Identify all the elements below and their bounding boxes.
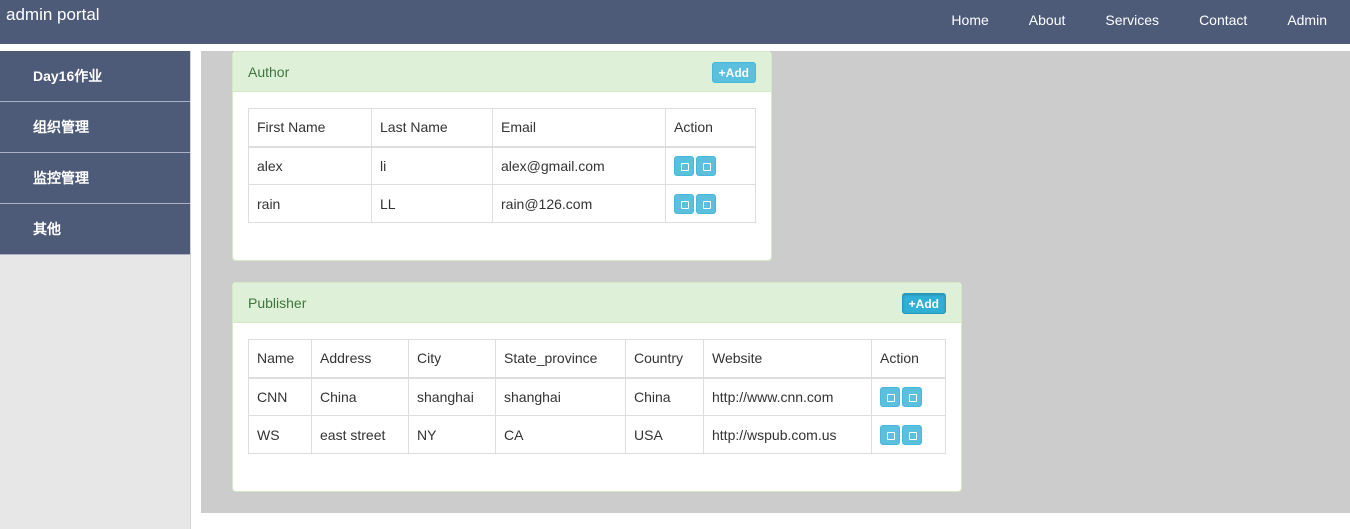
column-header-email: Email <box>492 108 666 148</box>
nav-services[interactable]: Services <box>1085 0 1179 40</box>
cell-last-name: LL <box>371 184 493 223</box>
cell-action <box>871 415 946 454</box>
column-header-last-name: Last Name <box>371 108 493 148</box>
cell-website: http://wspub.com.us <box>703 415 872 454</box>
nav-about[interactable]: About <box>1009 0 1086 40</box>
cell-last-name: li <box>371 146 493 185</box>
table-header-row: First Name Last Name Email Action <box>248 108 756 148</box>
cell-name: CNN <box>248 377 312 416</box>
cell-state-province: CA <box>495 415 626 454</box>
top-navbar: admin portal Home About Services Contact… <box>0 0 1350 44</box>
sidebar-item-day16[interactable]: Day16作业 <box>0 51 190 102</box>
edit-icon[interactable] <box>674 193 694 214</box>
author-table: First Name Last Name Email Action alex l… <box>248 108 756 223</box>
cell-country: China <box>625 377 704 416</box>
column-header-website: Website <box>703 339 872 379</box>
cell-name: WS <box>248 415 312 454</box>
column-header-country: Country <box>625 339 704 379</box>
publisher-panel: Publisher +Add Name Address City State_p… <box>232 282 962 492</box>
author-panel: Author +Add First Name Last Name Email A… <box>232 51 772 261</box>
cell-first-name: alex <box>248 146 372 185</box>
cell-action <box>665 146 756 185</box>
table-row: CNN China shanghai shanghai China http:/… <box>248 377 946 416</box>
cell-first-name: rain <box>248 184 372 223</box>
edit-icon[interactable] <box>674 155 694 176</box>
cell-action <box>871 377 946 416</box>
column-header-first-name: First Name <box>248 108 372 148</box>
nav-contact[interactable]: Contact <box>1179 0 1267 40</box>
top-nav: Home About Services Contact Admin <box>931 0 1350 44</box>
delete-icon[interactable] <box>902 386 922 407</box>
delete-icon[interactable] <box>696 193 716 214</box>
nav-admin[interactable]: Admin <box>1267 0 1350 40</box>
table-header-row: Name Address City State_province Country… <box>248 339 946 379</box>
cell-action <box>665 184 756 223</box>
cell-city: NY <box>408 415 496 454</box>
add-author-button[interactable]: +Add <box>711 62 756 83</box>
column-header-name: Name <box>248 339 312 379</box>
author-panel-heading: Author +Add <box>233 52 771 92</box>
publisher-panel-title: Publisher <box>248 295 307 311</box>
sidebar-item-other[interactable]: 其他 <box>0 204 190 255</box>
cell-email: alex@gmail.com <box>492 146 666 185</box>
cell-city: shanghai <box>408 377 496 416</box>
column-header-action: Action <box>871 339 946 379</box>
column-header-action: Action <box>665 108 756 148</box>
publisher-table: Name Address City State_province Country… <box>248 339 946 454</box>
edit-icon[interactable] <box>880 424 900 445</box>
cell-state-province: shanghai <box>495 377 626 416</box>
column-header-state-province: State_province <box>495 339 626 379</box>
table-row: rain LL rain@126.com <box>248 184 756 223</box>
delete-icon[interactable] <box>696 155 716 176</box>
cell-email: rain@126.com <box>492 184 666 223</box>
author-panel-title: Author <box>248 64 290 80</box>
nav-home[interactable]: Home <box>931 0 1008 40</box>
publisher-panel-heading: Publisher +Add <box>233 283 961 323</box>
delete-icon[interactable] <box>902 424 922 445</box>
cell-website: http://www.cnn.com <box>703 377 872 416</box>
main-content: Author +Add First Name Last Name Email A… <box>201 51 1350 513</box>
column-header-address: Address <box>311 339 409 379</box>
cell-country: USA <box>625 415 704 454</box>
edit-icon[interactable] <box>880 386 900 407</box>
table-row: WS east street NY CA USA http://wspub.co… <box>248 415 946 454</box>
brand-title[interactable]: admin portal <box>6 5 100 25</box>
cell-address: east street <box>311 415 409 454</box>
cell-address: China <box>311 377 409 416</box>
sidebar-item-organization[interactable]: 组织管理 <box>0 102 190 153</box>
column-header-city: City <box>408 339 496 379</box>
add-publisher-button[interactable]: +Add <box>901 293 946 314</box>
table-row: alex li alex@gmail.com <box>248 146 756 185</box>
sidebar-item-monitoring[interactable]: 监控管理 <box>0 153 190 204</box>
sidebar: Day16作业 组织管理 监控管理 其他 <box>0 51 191 529</box>
